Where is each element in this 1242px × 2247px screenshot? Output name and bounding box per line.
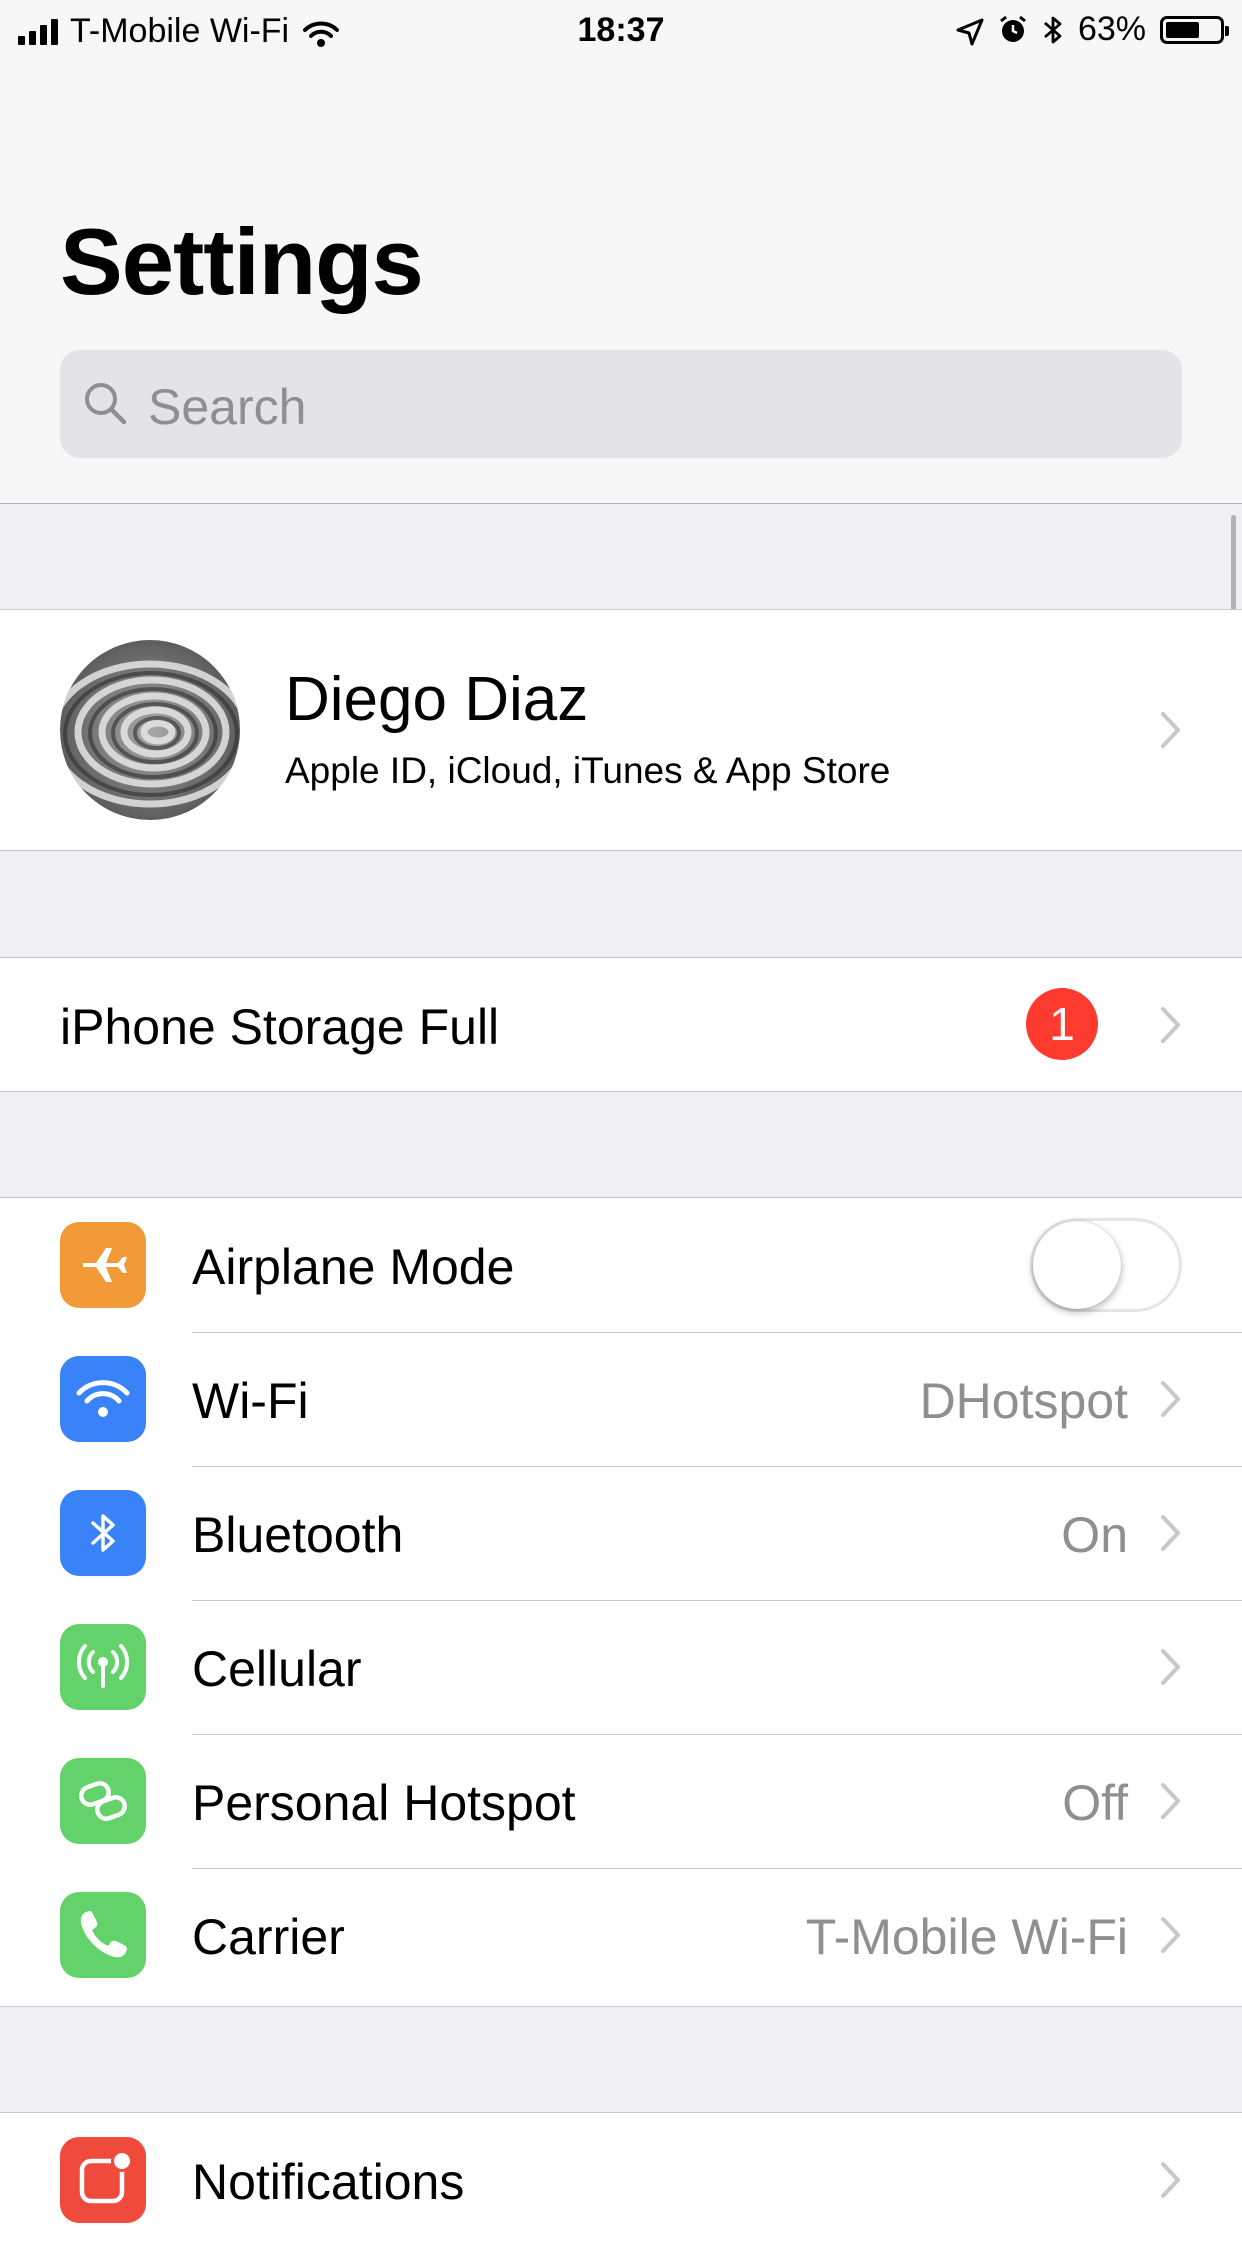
- wifi-label: Wi-Fi: [192, 1373, 309, 1429]
- notification-badge: 1: [1026, 988, 1098, 1060]
- profile-subtitle: Apple ID, iCloud, iTunes & App Store: [285, 750, 891, 791]
- chevron-right-icon: [1161, 1515, 1180, 1551]
- storage-label: iPhone Storage Full: [60, 999, 500, 1055]
- chevron-right-icon: [1161, 1649, 1180, 1685]
- bluetooth-row[interactable]: Bluetooth On: [0, 1466, 1242, 1600]
- notifications-label: Notifications: [192, 2154, 465, 2210]
- airplane-icon: [60, 1222, 146, 1308]
- chevron-right-icon: [1161, 1007, 1180, 1043]
- carrier-value: T-Mobile Wi-Fi: [805, 1909, 1128, 1965]
- location-arrow-icon: [956, 16, 984, 45]
- notifications-section: Notifications: [0, 2112, 1242, 2247]
- page-title: Settings: [60, 209, 424, 314]
- toggle-knob: [1033, 1221, 1121, 1309]
- personal-hotspot-label: Personal Hotspot: [192, 1775, 576, 1831]
- wifi-row[interactable]: Wi-Fi DHotspot: [0, 1332, 1242, 1466]
- wifi-icon: [60, 1356, 146, 1442]
- profile-name: Diego Diaz: [285, 665, 589, 734]
- cellular-label: Cellular: [192, 1641, 362, 1697]
- phone-icon: [60, 1892, 146, 1978]
- cellular-antenna-icon: [60, 1624, 146, 1710]
- personal-hotspot-value: Off: [1062, 1775, 1128, 1831]
- status-bar: T-Mobile Wi-Fi 18:37 63%: [0, 0, 1242, 60]
- battery-icon: [1160, 15, 1229, 44]
- airplane-mode-row[interactable]: Airplane Mode: [0, 1198, 1242, 1332]
- cellular-row[interactable]: Cellular: [0, 1600, 1242, 1734]
- chevron-right-icon: [1161, 2162, 1180, 2198]
- carrier-row[interactable]: Carrier T-Mobile Wi-Fi: [0, 1868, 1242, 2002]
- battery-fill: [1166, 21, 1199, 38]
- airplane-mode-label: Airplane Mode: [192, 1239, 515, 1295]
- large-title-header: Settings Search: [0, 60, 1242, 504]
- battery-percent: 63%: [1077, 10, 1146, 48]
- chevron-right-icon: [1161, 712, 1180, 748]
- connectivity-section: Airplane Mode Wi-Fi DHotspot Bluetooth O…: [0, 1197, 1242, 2007]
- search-icon: [85, 383, 127, 425]
- carrier-row-label: Carrier: [192, 1909, 345, 1965]
- bluetooth-icon: [1042, 14, 1064, 46]
- chevron-right-icon: [1161, 1917, 1180, 1953]
- notifications-row[interactable]: Notifications: [0, 2113, 1242, 2247]
- hotspot-link-icon: [60, 1758, 146, 1844]
- bluetooth-label: Bluetooth: [192, 1507, 404, 1563]
- wifi-value: DHotspot: [919, 1373, 1128, 1429]
- search-field[interactable]: Search: [60, 350, 1182, 458]
- bluetooth-value: On: [1061, 1507, 1128, 1563]
- chevron-right-icon: [1161, 1783, 1180, 1819]
- avatar: [60, 640, 240, 820]
- airplane-mode-toggle[interactable]: [1030, 1218, 1182, 1312]
- chevron-right-icon: [1161, 1381, 1180, 1417]
- notifications-icon: [60, 2137, 146, 2223]
- bluetooth-icon: [60, 1490, 146, 1576]
- storage-row[interactable]: iPhone Storage Full 1: [0, 958, 1242, 1091]
- search-placeholder: Search: [148, 379, 307, 435]
- personal-hotspot-row[interactable]: Personal Hotspot Off: [0, 1734, 1242, 1868]
- alarm-icon: [998, 15, 1028, 45]
- storage-section: iPhone Storage Full 1: [0, 957, 1242, 1092]
- profile-row[interactable]: Diego Diaz Apple ID, iCloud, iTunes & Ap…: [0, 609, 1242, 851]
